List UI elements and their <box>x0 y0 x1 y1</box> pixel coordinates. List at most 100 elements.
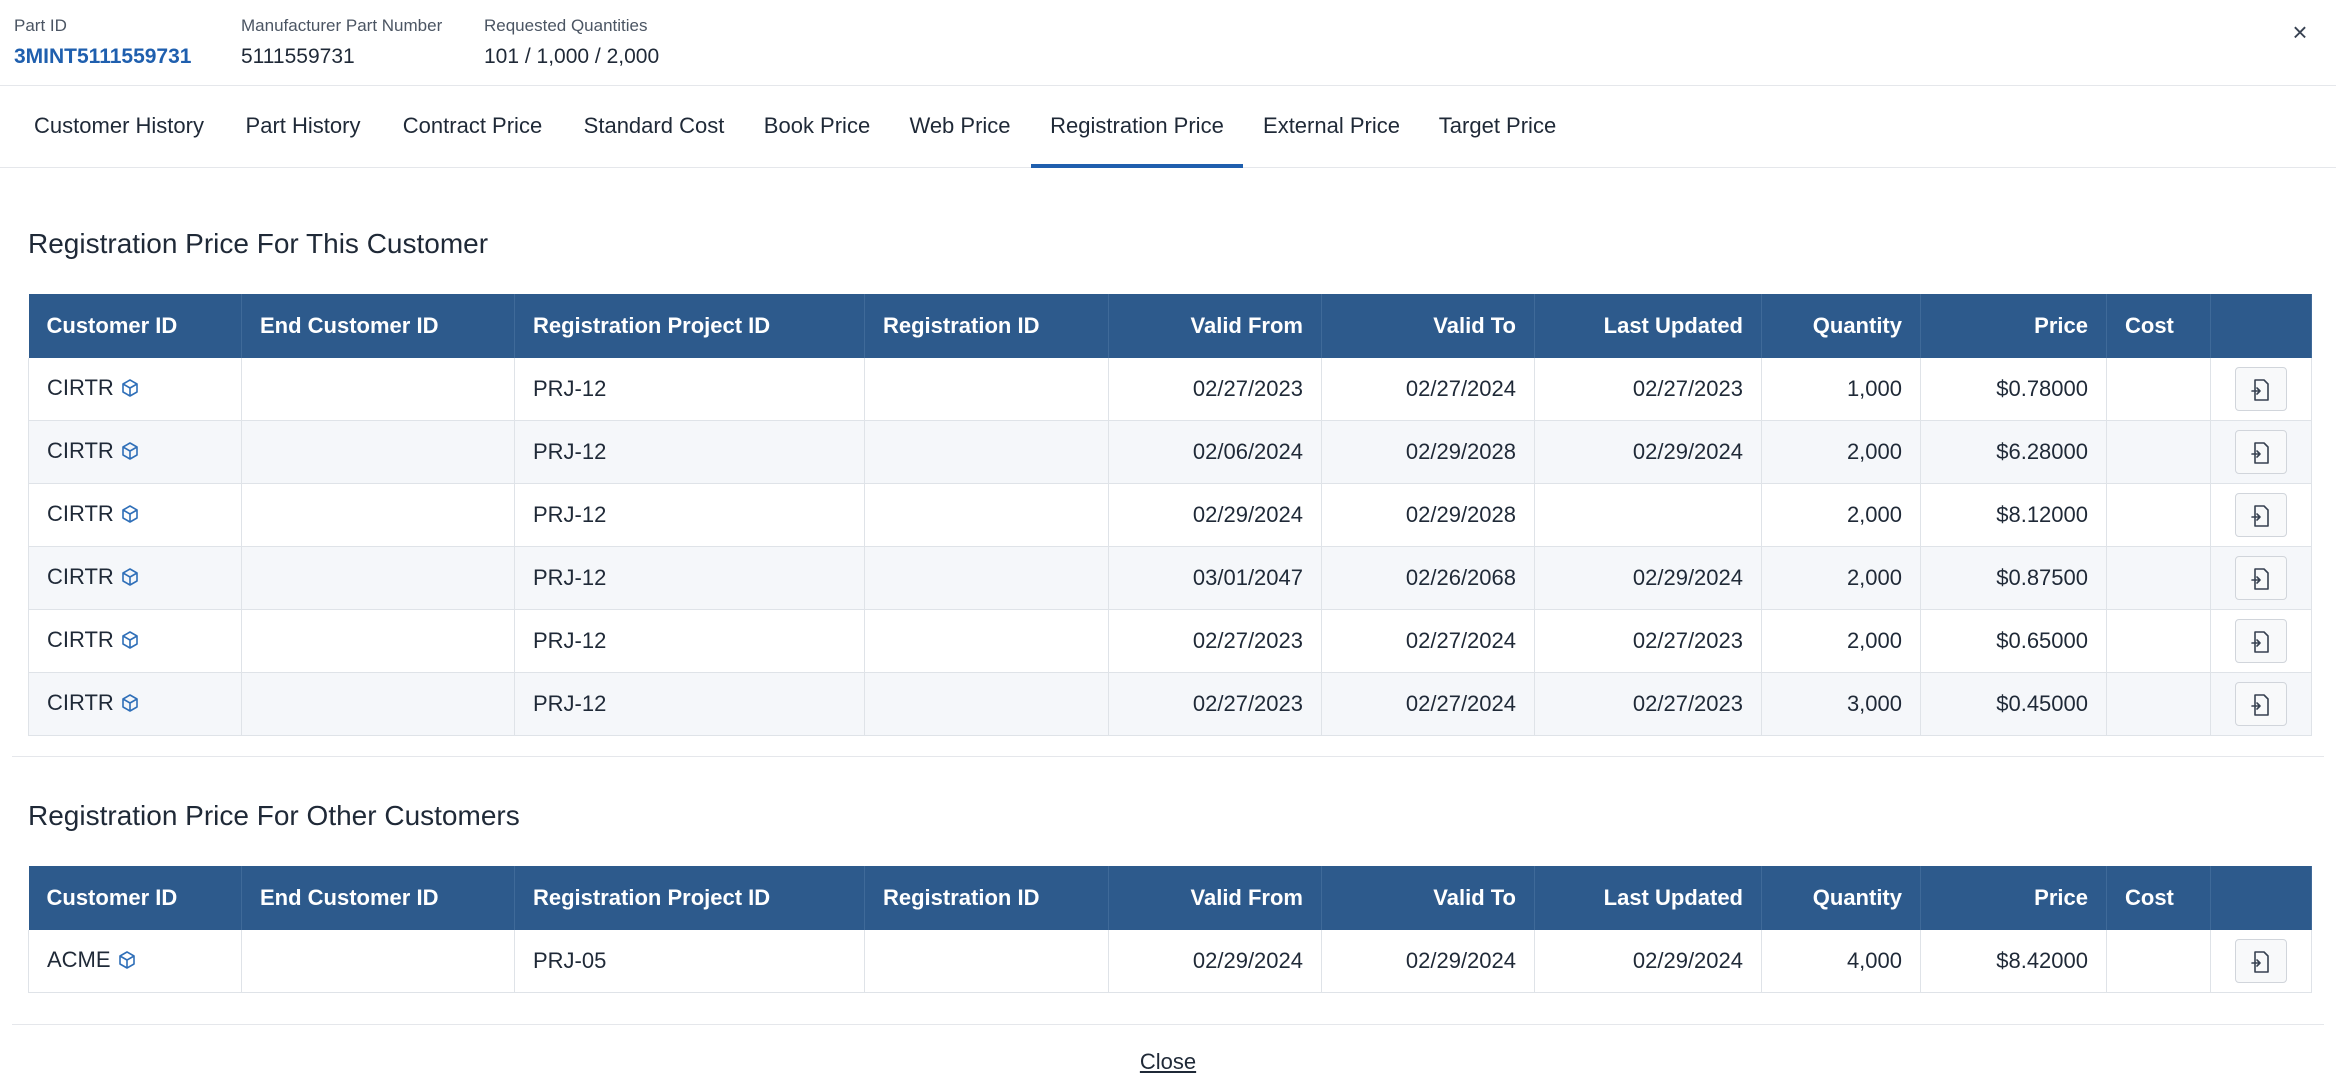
customer-id[interactable]: CIRTR <box>47 690 114 715</box>
mpn-value: 5111559731 <box>241 45 355 68</box>
tab-customer-history[interactable]: Customer History <box>20 86 218 167</box>
registration-id-cell <box>864 546 1109 610</box>
file-import-icon <box>2250 439 2272 464</box>
col-last-updated[interactable]: Last Updated <box>1534 866 1762 930</box>
col-last-updated[interactable]: Last Updated <box>1534 294 1762 358</box>
registration-project-id-cell: PRJ-12 <box>514 358 865 421</box>
end-customer-id-cell <box>241 930 515 993</box>
part-id-label: Part ID <box>14 16 67 35</box>
customer-id-cell[interactable]: CIRTR <box>28 609 242 673</box>
customer-id-cell[interactable]: CIRTR <box>28 483 242 547</box>
cost-cell <box>2106 672 2211 736</box>
col-valid-from[interactable]: Valid From <box>1108 866 1322 930</box>
part-header: Part ID 3MINT5111559731 Manufacturer Par… <box>0 0 2336 86</box>
cube-icon[interactable] <box>120 378 140 404</box>
col-registration-project-id[interactable]: Registration Project ID <box>514 294 865 358</box>
price-cell: $0.78000 <box>1920 358 2107 421</box>
action-cell <box>2210 672 2312 736</box>
col-quantity[interactable]: Quantity <box>1761 866 1921 930</box>
customer-id-cell[interactable]: CIRTR <box>28 420 242 484</box>
customer-id-cell[interactable]: CIRTR <box>28 546 242 610</box>
table-row[interactable]: ACME PRJ-05 02/29/2024 02/29/2024 02/29/2024… <box>28 930 2312 993</box>
col-price[interactable]: Price <box>1920 866 2107 930</box>
table-row[interactable]: CIRTR PRJ-12 03/01/2047 02/26/2068 02/29/202… <box>28 546 2312 610</box>
col-valid-from[interactable]: Valid From <box>1108 294 1322 358</box>
cube-icon[interactable] <box>120 441 140 467</box>
col-end-customer-id[interactable]: End Customer ID <box>241 866 515 930</box>
col-valid-to[interactable]: Valid To <box>1321 294 1535 358</box>
table-row[interactable]: CIRTR PRJ-12 02/27/2023 02/27/2024 02/27/202… <box>28 672 2312 736</box>
registration-project-id-cell: PRJ-12 <box>514 483 865 547</box>
cube-icon[interactable] <box>120 693 140 719</box>
customer-id-cell[interactable]: CIRTR <box>28 672 242 736</box>
table-row[interactable]: CIRTR PRJ-12 02/27/2023 02/27/2024 02/27/202… <box>28 358 2312 421</box>
import-price-button[interactable] <box>2235 493 2287 537</box>
col-quantity[interactable]: Quantity <box>1761 294 1921 358</box>
part-id-link[interactable]: 3MINT5111559731 <box>14 44 191 70</box>
customer-id[interactable]: CIRTR <box>47 375 114 400</box>
table-row[interactable]: CIRTR PRJ-12 02/29/2024 02/29/2028 2,000 $8.1… <box>28 483 2312 547</box>
customer-id[interactable]: CIRTR <box>47 627 114 652</box>
valid-to-cell: 02/27/2024 <box>1321 609 1535 673</box>
table-row[interactable]: CIRTR PRJ-12 02/06/2024 02/29/2028 02/29/202… <box>28 420 2312 484</box>
valid-from-cell: 03/01/2047 <box>1108 546 1322 610</box>
cube-icon[interactable] <box>120 630 140 656</box>
close-button[interactable]: Close <box>1140 1049 1196 1074</box>
import-price-button[interactable] <box>2235 430 2287 474</box>
customer-id[interactable]: CIRTR <box>47 438 114 463</box>
quantity-cell: 3,000 <box>1761 672 1921 736</box>
customer-id-cell[interactable]: CIRTR <box>28 358 242 421</box>
customer-id[interactable]: CIRTR <box>47 564 114 589</box>
valid-from-cell: 02/27/2023 <box>1108 358 1322 421</box>
tab-target-price[interactable]: Target Price <box>1426 86 1569 167</box>
last-updated-cell: 02/27/2023 <box>1534 609 1762 673</box>
tab-registration-price[interactable]: Registration Price <box>1031 86 1243 168</box>
import-price-button[interactable] <box>2235 367 2287 411</box>
import-price-button[interactable] <box>2235 556 2287 600</box>
col-cost[interactable]: Cost <box>2106 866 2211 930</box>
tab-book-price[interactable]: Book Price <box>752 86 882 167</box>
cube-icon[interactable] <box>120 504 140 530</box>
cube-icon[interactable] <box>120 567 140 593</box>
end-customer-id-cell <box>241 609 515 673</box>
registration-id-cell <box>864 609 1109 673</box>
valid-to-cell: 02/26/2068 <box>1321 546 1535 610</box>
col-customer-id[interactable]: Customer ID <box>28 866 242 930</box>
import-price-button[interactable] <box>2235 682 2287 726</box>
tab-web-price[interactable]: Web Price <box>896 86 1024 167</box>
footer: Close <box>0 1049 2336 1075</box>
table-row[interactable]: CIRTR PRJ-12 02/27/2023 02/27/2024 02/27/202… <box>28 609 2312 673</box>
other-customers-rows: ACME PRJ-05 02/29/2024 02/29/2024 02/29/2024… <box>28 930 2312 993</box>
col-cost[interactable]: Cost <box>2106 294 2211 358</box>
close-icon[interactable]: × <box>2286 18 2314 46</box>
col-registration-project-id[interactable]: Registration Project ID <box>514 866 865 930</box>
valid-from-cell: 02/29/2024 <box>1108 483 1322 547</box>
requested-quantities-field: Requested Quantities 101 / 1,000 / 2,000 <box>484 16 659 70</box>
col-customer-id[interactable]: Customer ID <box>28 294 242 358</box>
import-price-button[interactable] <box>2235 939 2287 983</box>
col-valid-to[interactable]: Valid To <box>1321 866 1535 930</box>
tab-contract-price[interactable]: Contract Price <box>389 86 556 167</box>
file-import-icon <box>2250 948 2272 973</box>
import-price-button[interactable] <box>2235 619 2287 663</box>
last-updated-cell <box>1534 483 1762 547</box>
col-end-customer-id[interactable]: End Customer ID <box>241 294 515 358</box>
customer-id-cell[interactable]: ACME <box>28 930 242 993</box>
customer-id[interactable]: CIRTR <box>47 501 114 526</box>
col-price[interactable]: Price <box>1920 294 2107 358</box>
col-registration-id[interactable]: Registration ID <box>864 294 1109 358</box>
tab-external-price[interactable]: External Price <box>1252 86 1411 167</box>
valid-from-cell: 02/27/2023 <box>1108 609 1322 673</box>
col-registration-id[interactable]: Registration ID <box>864 866 1109 930</box>
cube-icon[interactable] <box>117 950 137 976</box>
last-updated-cell: 02/27/2023 <box>1534 672 1762 736</box>
cost-cell <box>2106 930 2211 993</box>
action-cell <box>2210 358 2312 421</box>
price-cell: $8.12000 <box>1920 483 2107 547</box>
quantity-cell: 2,000 <box>1761 609 1921 673</box>
tab-part-history[interactable]: Part History <box>232 86 374 167</box>
end-customer-id-cell <box>241 358 515 421</box>
valid-to-cell: 02/27/2024 <box>1321 672 1535 736</box>
tab-standard-cost[interactable]: Standard Cost <box>571 86 737 167</box>
customer-id[interactable]: ACME <box>47 947 111 972</box>
